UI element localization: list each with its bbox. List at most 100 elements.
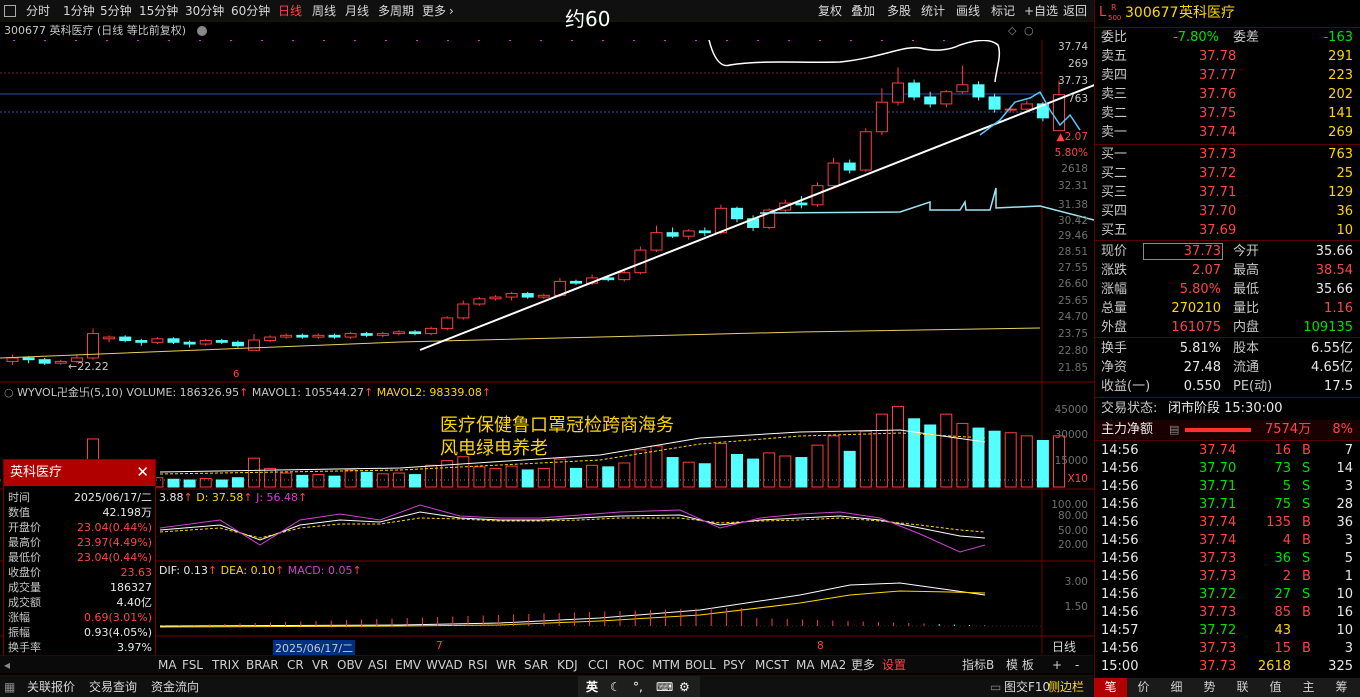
period-tab[interactable]: 1分钟 — [63, 0, 95, 22]
stat-label: 涨跌 — [1101, 263, 1128, 278]
diamond-icon[interactable]: ◇ — [1008, 22, 1016, 40]
gear-icon[interactable]: ⚙ — [679, 676, 690, 697]
candle-body — [505, 293, 518, 298]
quote-tab[interactable]: 细 — [1160, 678, 1193, 697]
indicator-tab[interactable]: FSL — [182, 656, 203, 674]
indicator-tab[interactable]: ASI — [368, 656, 387, 674]
volume-bar — [650, 445, 663, 488]
main-net-label: 主力净额 — [1101, 422, 1154, 437]
toolbar-button[interactable]: 标记 — [991, 0, 1015, 22]
period-tab[interactable]: 5分钟 — [100, 0, 132, 22]
toolbar-button[interactable]: 返回 — [1063, 0, 1087, 22]
order-price: 37.77 — [1199, 68, 1237, 83]
toolbar-button[interactable]: 多股 — [887, 0, 911, 22]
toolbar-button[interactable]: 复权 — [818, 0, 842, 22]
indicator-tab[interactable]: CCI — [588, 656, 608, 674]
ime-lang[interactable]: 英 — [586, 676, 598, 697]
period-tab[interactable]: 15分钟 — [139, 0, 178, 22]
toolbar-button[interactable]: 叠加 — [851, 0, 875, 22]
volume-bar — [231, 477, 244, 488]
order-book-row: 卖四 37.77 223 — [1095, 66, 1360, 85]
indicator-tab[interactable]: OBV — [337, 656, 363, 674]
ma-line — [0, 327, 1041, 359]
period-tab[interactable]: 分时 — [26, 0, 50, 22]
triangle-icon[interactable]: ◂ — [4, 656, 10, 674]
grid-icon[interactable] — [4, 5, 16, 17]
signal-dot — [167, 40, 171, 42]
indicator-tab[interactable]: SAR — [524, 656, 548, 674]
signal-dot — [415, 40, 419, 42]
toolbar-button[interactable]: 统计 — [921, 0, 945, 22]
tick-price: 37.71 — [1199, 479, 1237, 494]
toolbar-button[interactable]: +自选 — [1024, 0, 1058, 22]
signal-dot — [384, 40, 388, 42]
period-tab[interactable]: 30分钟 — [185, 0, 224, 22]
quote-tab[interactable]: 主 — [1292, 678, 1325, 697]
moon-icon[interactable]: ☾ — [610, 676, 621, 697]
quote-tab[interactable]: 值 — [1259, 678, 1292, 697]
period-tab[interactable]: 60分钟 — [231, 0, 270, 22]
period-tab-more[interactable]: 更多 — [422, 0, 446, 22]
order-price: 37.69 — [1199, 223, 1237, 238]
sidebar-toggle[interactable]: 侧边栏 — [1048, 676, 1084, 697]
period-tab[interactable]: 周线 — [312, 0, 336, 22]
grid-icon[interactable]: ▦ — [4, 676, 15, 697]
indicator-tab[interactable]: TRIX — [212, 656, 239, 674]
indicator-tab[interactable]: BRAR — [246, 656, 279, 674]
indicator-tab[interactable]: RSI — [468, 656, 488, 674]
period-tab[interactable]: 多周期 — [378, 0, 414, 22]
indicator-tab[interactable]: MTM — [652, 656, 680, 674]
tooltip-value: 186327 — [110, 581, 152, 594]
indicator-tab[interactable]: VR — [312, 656, 329, 674]
indicator-tab[interactable]: ROC — [618, 656, 644, 674]
toolbar-button[interactable]: 画线 — [956, 0, 980, 22]
status-link[interactable]: 资金流向 — [151, 676, 199, 697]
circle-icon[interactable]: ○ — [1024, 22, 1034, 40]
tick-row: 14:57 37.72 43 10 — [1095, 622, 1360, 640]
tick-price: 37.73 — [1199, 551, 1237, 566]
status-link[interactable]: 交易查询 — [89, 676, 137, 697]
template-button[interactable]: 模 板 — [1006, 656, 1034, 674]
f10-link[interactable]: 图交F10 — [1004, 676, 1050, 697]
close-icon[interactable]: ✕ — [136, 463, 149, 481]
punct-icon[interactable]: °, — [633, 676, 643, 697]
dropdown-circle-icon[interactable] — [197, 26, 207, 36]
quote-tab[interactable]: 笔 — [1094, 678, 1127, 697]
indicator-tab[interactable]: EMV — [395, 656, 421, 674]
quote-tab[interactable]: 联 — [1226, 678, 1259, 697]
indicator-tab[interactable]: KDJ — [557, 656, 578, 674]
tick-row: 14:56 37.74 4 B 3 — [1095, 532, 1360, 550]
list-icon[interactable]: ▤ — [1169, 420, 1179, 439]
stat-label: 股本 — [1233, 341, 1260, 356]
chevron-right-icon[interactable]: › — [449, 0, 454, 22]
indicator-tab[interactable]: WR — [496, 656, 516, 674]
indicator-tab[interactable]: MA — [158, 656, 177, 674]
monitor-icon[interactable]: ▭ — [990, 676, 1001, 697]
quote-tab[interactable]: 筹 — [1325, 678, 1358, 697]
indicator-tab[interactable]: MCST — [755, 656, 789, 674]
price-axis-label: 763 — [1068, 93, 1088, 105]
keyboard-icon[interactable]: ⌨ — [656, 676, 673, 697]
indicator-tab[interactable]: MA2 — [820, 656, 846, 674]
status-link[interactable]: 关联报价 — [27, 676, 75, 697]
tick-price: 37.74 — [1199, 443, 1237, 458]
indicator-tab[interactable]: PSY — [723, 656, 745, 674]
zoom-out-button[interactable]: - — [1075, 656, 1079, 674]
period-tab[interactable]: 月线 — [345, 0, 369, 22]
indicator-tab[interactable]: 设置 — [882, 656, 906, 674]
quote-tab[interactable]: 势 — [1193, 678, 1226, 697]
indicator-tab[interactable]: CR — [287, 656, 304, 674]
indicator-tab[interactable]: 更多 — [851, 656, 875, 674]
tick-side: B — [1302, 605, 1311, 620]
kline-chart[interactable]: 37.74 269 37.73 763 ▲2.07 5.80% 2618 32.31 31.38… — [0, 40, 1094, 655]
tooltip-key: 数值 — [8, 506, 30, 519]
indicator-tab[interactable]: BOLL — [685, 656, 716, 674]
tooltip-row: 成交量 186327 — [4, 580, 155, 595]
quote-tab[interactable]: 价 — [1127, 678, 1160, 697]
kdj-k: 3.88 — [159, 491, 184, 504]
indicator-b-button[interactable]: 指标B — [962, 656, 994, 674]
indicator-tab[interactable]: MA — [796, 656, 815, 674]
indicator-tab[interactable]: WVAD — [426, 656, 463, 674]
zoom-in-button[interactable]: + — [1052, 656, 1062, 674]
period-tab-active[interactable]: 日线 — [278, 0, 302, 22]
